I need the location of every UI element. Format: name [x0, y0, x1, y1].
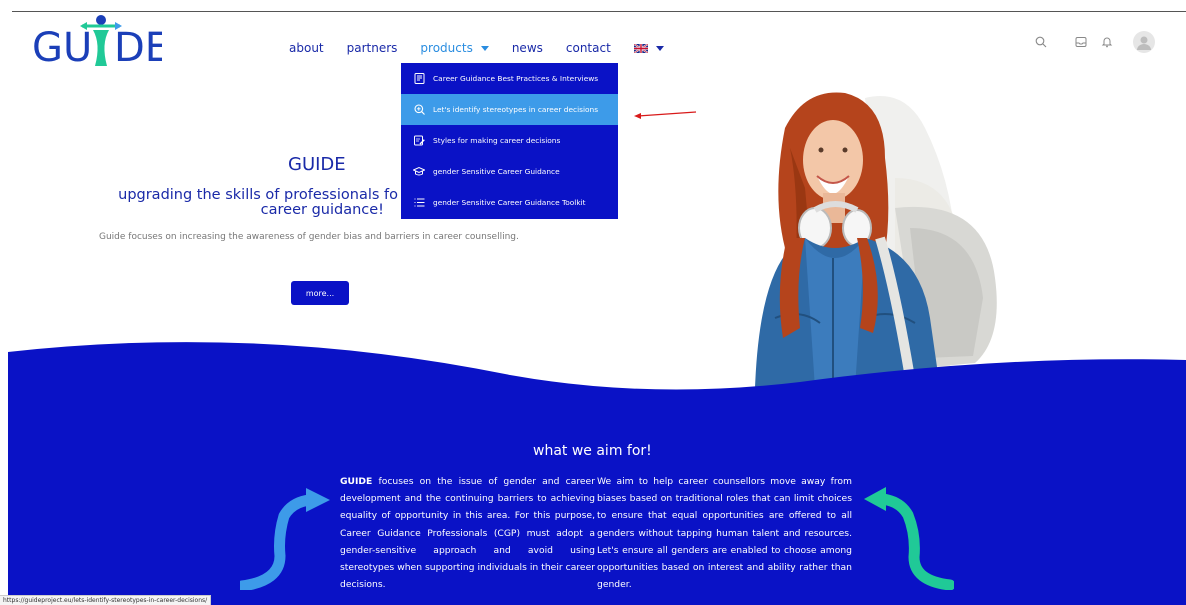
main-nav: about partners products news contact: [289, 41, 687, 55]
hero-description: Guide focuses on increasing the awarenes…: [99, 232, 519, 242]
more-button[interactable]: more...: [291, 281, 349, 305]
hero-title: GUIDE: [288, 154, 346, 175]
dropdown-item-toolkit[interactable]: gender Sensitive Career Guidance Toolkit: [401, 187, 618, 218]
dropdown-item-label: Styles for making career decisions: [433, 136, 561, 145]
blue-curved-arrow-icon: [240, 488, 330, 590]
dropdown-item-stereotypes[interactable]: Let's identify stereotypes in career dec…: [401, 94, 618, 125]
search-icon[interactable]: [1033, 34, 1049, 50]
dropdown-item-styles[interactable]: Styles for making career decisions: [401, 125, 618, 156]
nav-partners[interactable]: partners: [347, 41, 398, 55]
inbox-icon[interactable]: [1073, 34, 1089, 50]
aim-bold-guide: GUIDE: [340, 476, 373, 487]
aim-column-left-text: focuses on the issue of gender and caree…: [340, 476, 595, 591]
logo-graphic: GU DE: [32, 15, 170, 71]
top-border: [12, 11, 1186, 12]
edit-document-icon: [413, 135, 425, 147]
red-arrow-annotation: [634, 111, 697, 119]
nav-contact[interactable]: contact: [566, 41, 611, 55]
dropdown-item-label: gender Sensitive Career Guidance: [433, 167, 560, 176]
hero-subtitle: upgrading the skills of professionals fo…: [98, 188, 398, 218]
aim-column-right: We aim to help career counsellors move a…: [597, 476, 852, 591]
svg-text:DE: DE: [114, 25, 162, 70]
graduation-cap-icon: [413, 166, 425, 178]
nav-products[interactable]: products: [420, 41, 489, 55]
book-icon: [413, 73, 425, 85]
nav-products-label: products: [420, 41, 473, 55]
nav-about[interactable]: about: [289, 41, 324, 55]
header-actions: [1033, 31, 1155, 53]
dropdown-item-label: Let's identify stereotypes in career dec…: [433, 105, 599, 114]
dropdown-item-label: Career Guidance Best Practices & Intervi…: [433, 74, 599, 83]
hero-subtitle-line1: upgrading the skills of professionals fo: [118, 187, 398, 203]
chevron-down-icon: [480, 46, 489, 51]
dropdown-item-best-practices[interactable]: Career Guidance Best Practices & Intervi…: [401, 63, 618, 94]
zoom-in-icon: [413, 104, 425, 116]
bell-icon[interactable]: [1099, 34, 1115, 50]
svg-text:GU: GU: [32, 25, 92, 70]
dropdown-item-label: gender Sensitive Career Guidance Toolkit: [433, 198, 586, 207]
green-curved-arrow-icon: [864, 487, 954, 590]
aim-title: what we aim for!: [533, 443, 652, 459]
products-dropdown: Career Guidance Best Practices & Intervi…: [401, 63, 618, 219]
uk-flag-icon: [633, 44, 648, 53]
language-selector[interactable]: [633, 41, 664, 55]
browser-status-url: https://guideproject.eu/lets-identify-st…: [0, 595, 212, 605]
list-icon: [413, 197, 425, 209]
hero-subtitle-line2: career guidance!: [260, 202, 384, 218]
nav-news[interactable]: news: [512, 41, 543, 55]
aim-column-left: GUIDE focuses on the issue of gender and…: [340, 473, 595, 593]
user-avatar[interactable]: [1133, 31, 1155, 53]
site-logo[interactable]: GU DE: [32, 14, 170, 71]
language-chevron-icon: [655, 46, 664, 51]
dropdown-item-gender-sensitive[interactable]: gender Sensitive Career Guidance: [401, 156, 618, 187]
